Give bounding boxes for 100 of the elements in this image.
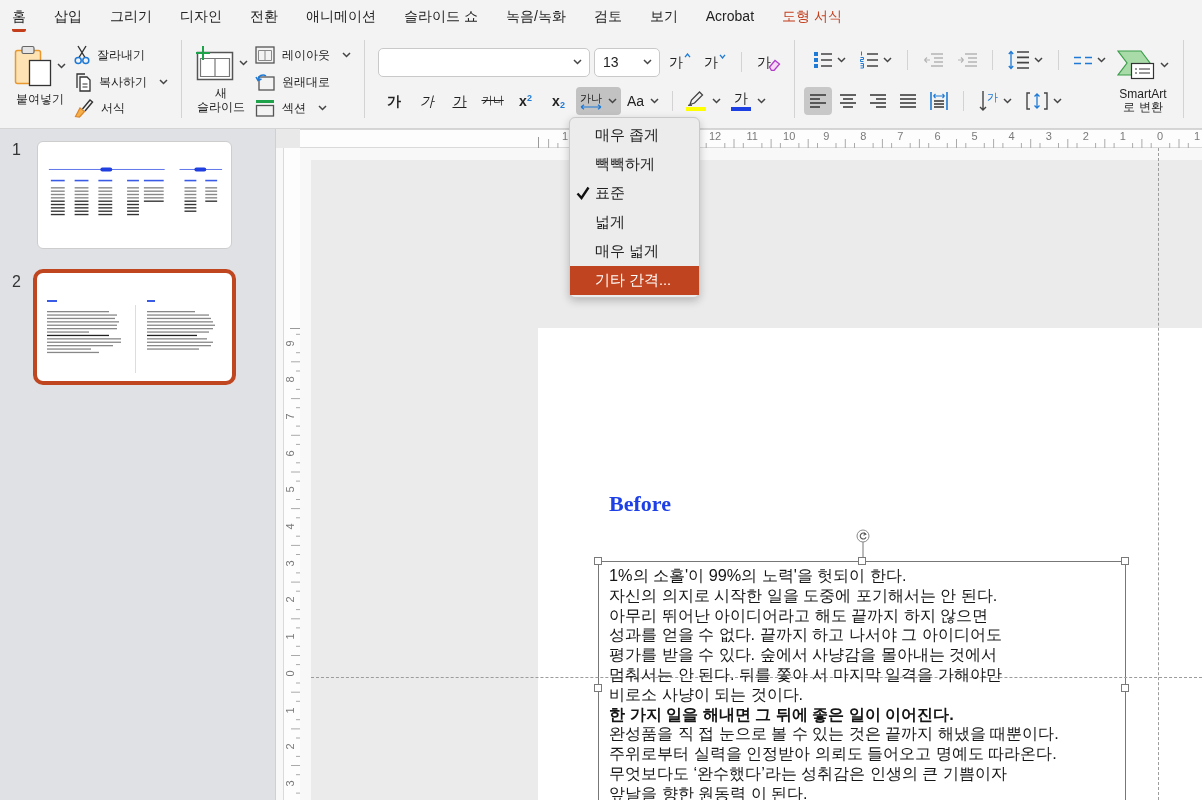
ribbon-tab[interactable]: 그리기 xyxy=(110,6,152,32)
ribbon-tab[interactable]: 홈 xyxy=(12,6,26,32)
ruler-number: 7 xyxy=(284,412,297,422)
cut-button[interactable]: 잘라내기 xyxy=(70,42,172,69)
double-arrow-icon xyxy=(580,104,602,110)
menu-item[interactable]: 매우 넓게 xyxy=(570,237,699,266)
menu-item[interactable]: 매우 좁게 xyxy=(570,121,699,150)
ruler-number: 3 xyxy=(284,779,297,789)
slide-thumbnail[interactable] xyxy=(33,269,236,385)
layout-button[interactable]: 레이아웃 xyxy=(251,42,355,69)
section-button[interactable]: 섹션 xyxy=(251,95,355,122)
ruler-number: 9 xyxy=(823,130,830,143)
ribbon-tab[interactable]: Acrobat xyxy=(705,6,755,32)
checkmark-icon xyxy=(576,186,590,200)
ruler-number: 3 xyxy=(1045,130,1052,143)
ribbon-tab[interactable]: 삽입 xyxy=(54,6,82,32)
resize-handle[interactable] xyxy=(858,557,866,565)
ruler-number: 12 xyxy=(708,130,722,143)
numbered-list-icon xyxy=(860,51,878,69)
layout-icon xyxy=(255,46,275,65)
outdent-icon xyxy=(923,53,943,67)
resize-handle[interactable] xyxy=(1121,557,1129,565)
ribbon-tab[interactable]: 보기 xyxy=(649,6,678,32)
bulleted-list-icon xyxy=(814,51,832,69)
ribbon-tab[interactable]: 디자인 xyxy=(180,6,222,32)
justify-icon xyxy=(900,94,916,108)
slide-number: 2 xyxy=(11,272,22,292)
clipboard-icon xyxy=(14,45,52,87)
format-painter-button[interactable]: 서식 xyxy=(70,95,172,122)
smartart-graphic-icon xyxy=(1117,50,1155,80)
shrink-font-button[interactable]: 가 xyxy=(699,48,730,76)
superscript-button[interactable]: x$^{2}$ xyxy=(510,87,541,115)
text-line: 완성품을 직 접 눈으로 볼 수 있는 것은 끝까지 해냈을 때뿐이다. xyxy=(609,724,1059,745)
columns-icon xyxy=(1074,55,1092,65)
text-line: 아무리 뛰어난 아이디어라고 해도 끝까지 하지 않으면 xyxy=(609,605,989,626)
underline-button[interactable]: 가 xyxy=(444,87,475,115)
ruler-number: 2 xyxy=(284,742,297,752)
ruler-number: 1 xyxy=(1193,130,1201,143)
ribbon-tab[interactable]: 도형 서식 xyxy=(782,6,842,32)
align-left-button[interactable] xyxy=(804,87,832,115)
ribbon-tab[interactable]: 녹음/녹화 xyxy=(505,6,566,32)
ruler-number: 0 xyxy=(284,669,297,679)
vertical-align-icon xyxy=(1026,92,1048,110)
ribbon-tab[interactable]: 전환 xyxy=(250,6,278,32)
bold-button[interactable]: 가 xyxy=(378,87,409,115)
text-line: 한 가지 일을 해내면 그 뒤에 좋은 일이 이어진다. xyxy=(609,704,954,725)
paste-button[interactable]: 붙여넣기 xyxy=(10,40,70,128)
ruler-number: 8 xyxy=(860,130,867,143)
menu-item[interactable]: 넓게 xyxy=(570,208,699,237)
font-size-field[interactable]: 13 xyxy=(594,47,660,77)
caret-icon xyxy=(712,98,722,104)
ribbon-tab[interactable]: 애니메이션 xyxy=(306,6,376,32)
ruler-number: 3 xyxy=(284,559,297,569)
ruler-number: 4 xyxy=(1008,130,1015,143)
smartart-convert-button[interactable]: SmartArt 로 변환 xyxy=(1112,40,1174,128)
menu-item[interactable]: 빽빽하게 xyxy=(570,150,699,179)
ribbon-tab[interactable]: 검토 xyxy=(593,6,622,32)
italic-button[interactable]: 가 xyxy=(411,87,442,115)
text-direction-button[interactable]: 가 xyxy=(973,87,1018,115)
ruler-number: 4 xyxy=(284,522,297,532)
menu-item[interactable]: 기타 간격... xyxy=(570,266,699,295)
text-line: 평가를 받을 수 있다. 숲에서 사냥감을 몰아내는 것에서 xyxy=(609,645,998,665)
paintbrush-icon xyxy=(74,98,94,119)
align-right-icon xyxy=(870,94,886,108)
ruler-number: 2 xyxy=(1082,130,1089,143)
highlighter-icon xyxy=(687,91,706,106)
ruler-number: 8 xyxy=(284,375,297,385)
ruler-number: 1 xyxy=(1119,130,1126,143)
ribbon-tab[interactable]: 슬라이드 쇼 xyxy=(404,6,478,32)
text-line: 비로소 사냥이 되는 것이다. xyxy=(609,684,804,705)
down-arrow-icon xyxy=(979,90,987,112)
clear-formatting-button[interactable]: 가 xyxy=(753,48,785,76)
reset-button[interactable]: 원래대로 xyxy=(251,68,355,95)
text-line: 자신의 의지로 시작한 일을 도중에 포기해서는 안 된다. xyxy=(609,585,998,606)
font-name-field[interactable] xyxy=(378,47,590,77)
ruler-number: 1 xyxy=(562,130,569,143)
resize-handle[interactable] xyxy=(1121,684,1129,692)
grow-font-button[interactable]: 가 xyxy=(664,48,695,76)
new-slide-button[interactable]: 새 슬라이드 xyxy=(191,40,251,128)
resize-handle[interactable] xyxy=(594,557,602,565)
scissors-icon xyxy=(74,45,90,66)
strikethrough-button[interactable]: 가나 xyxy=(477,87,508,115)
ruler-number: 0 xyxy=(1156,130,1164,143)
ruler-number: 1 xyxy=(284,632,297,642)
resize-handle[interactable] xyxy=(594,684,602,692)
character-spacing-button[interactable]: 가나 xyxy=(576,87,621,115)
section-icon xyxy=(255,99,275,118)
ruler-number: 11 xyxy=(746,130,758,143)
rotate-handle[interactable] xyxy=(856,529,870,557)
ruler-number: 2 xyxy=(284,595,297,605)
slide-number: 1 xyxy=(11,140,22,160)
ruler-number: 1 xyxy=(284,705,297,716)
menu-item[interactable]: 표준 xyxy=(570,179,699,208)
subscript-button[interactable]: x$_{2}$ xyxy=(543,87,574,115)
text-line: 주위로부터 실력을 인정받아 의뢰도 들어오고 명예도 따라온다. xyxy=(609,744,1057,764)
change-case-button[interactable]: Aa xyxy=(623,87,664,115)
copy-button[interactable]: 복사하기 xyxy=(70,68,172,95)
font-color-button[interactable]: 가 xyxy=(727,87,771,115)
ruler-number: 7 xyxy=(897,130,904,143)
copy-icon xyxy=(74,71,92,92)
